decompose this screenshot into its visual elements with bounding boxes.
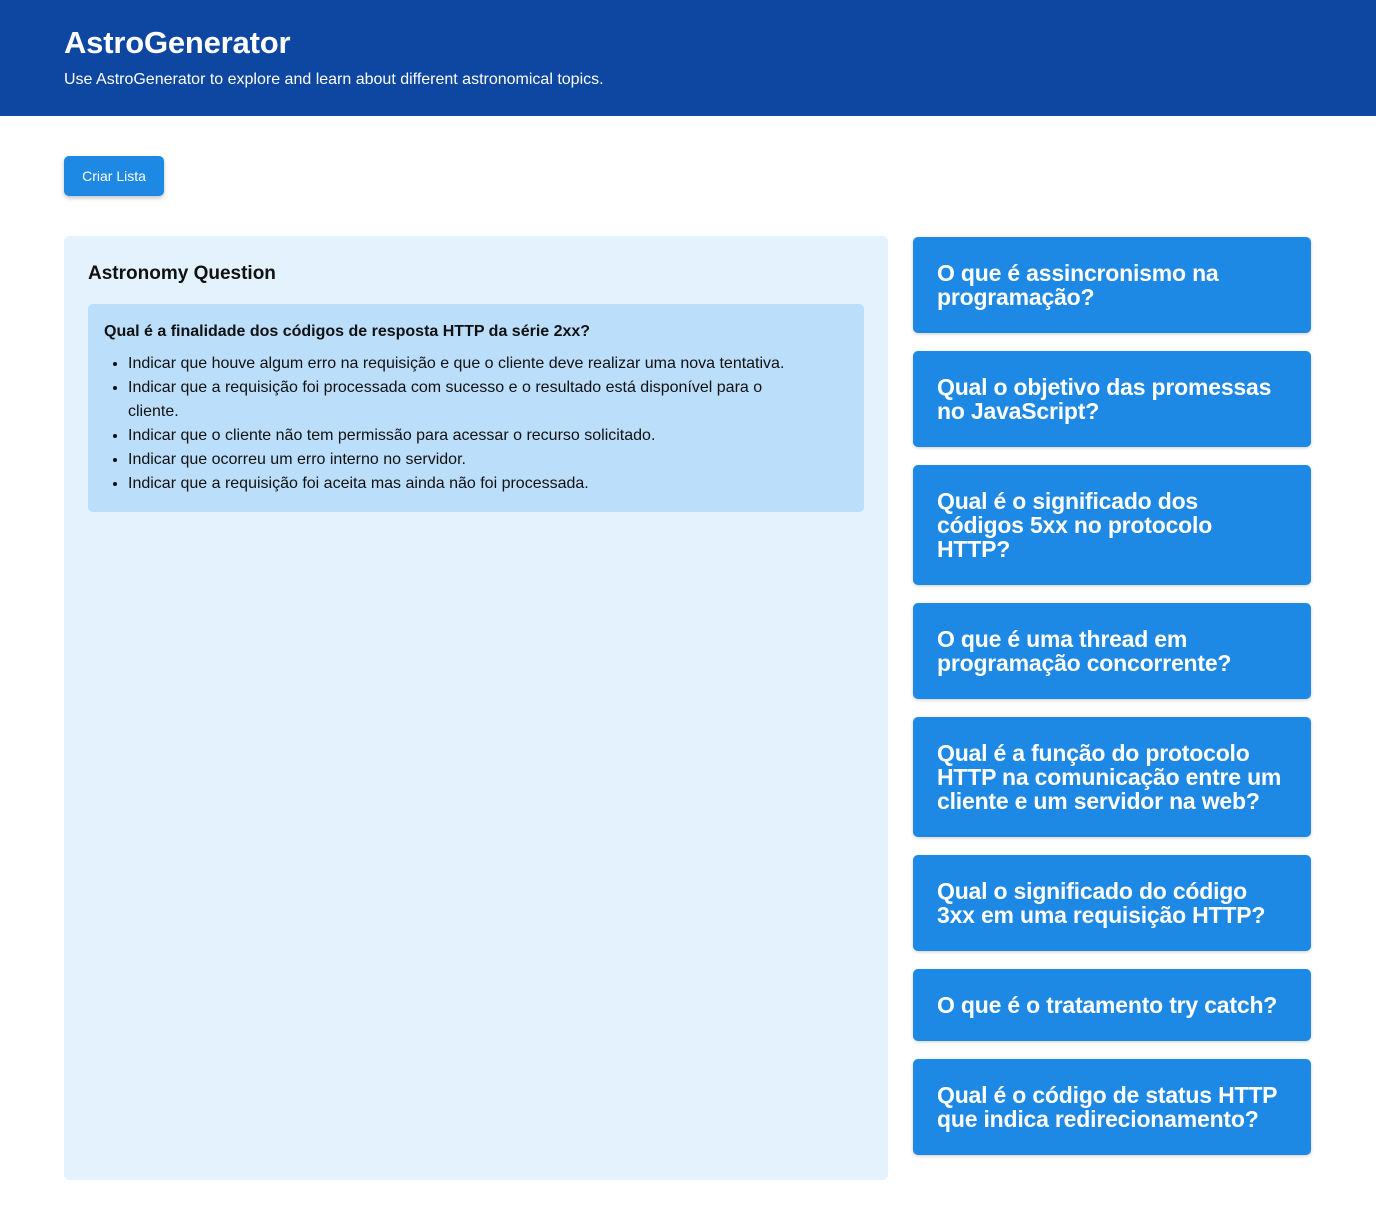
answer-option: Indicar que a requisição foi processada … xyxy=(128,376,848,424)
topic-label: Qual o significado do código 3xx em uma … xyxy=(937,878,1266,928)
answer-option: Indicar que o cliente não tem permissão … xyxy=(128,424,848,448)
topic-card[interactable]: Qual o significado do código 3xx em uma … xyxy=(913,855,1311,951)
app-header: AstroGenerator Use AstroGenerator to exp… xyxy=(0,0,1376,116)
topic-label: O que é o tratamento try catch? xyxy=(937,992,1278,1018)
answer-option: Indicar que a requisição foi aceita mas … xyxy=(128,472,848,496)
app-title: AstroGenerator xyxy=(64,25,291,60)
topic-card[interactable]: O que é assincronismo na programação? xyxy=(913,237,1311,333)
app-subtitle: Use AstroGenerator to explore and learn … xyxy=(64,71,604,88)
topic-card[interactable]: O que é o tratamento try catch? xyxy=(913,969,1311,1041)
topic-sidebar: O que é assincronismo na programação? Qu… xyxy=(913,237,1311,1173)
topic-card[interactable]: Qual é o código de status HTTP que indic… xyxy=(913,1059,1311,1155)
topic-card[interactable]: O que é uma thread em programação concor… xyxy=(913,603,1311,699)
topic-label: O que é uma thread em programação concor… xyxy=(937,626,1232,676)
answer-option: Indicar que houve algum erro na requisiç… xyxy=(128,352,848,376)
question-panel: Astronomy Question Qual é a finalidade d… xyxy=(64,236,888,1180)
topic-label: Qual é a função do protocolo HTTP na com… xyxy=(937,740,1282,814)
topic-label: O que é assincronismo na programação? xyxy=(937,260,1219,310)
panel-heading: Astronomy Question xyxy=(88,263,276,284)
answer-options-list: Indicar que houve algum erro na requisiç… xyxy=(104,352,848,496)
create-list-button[interactable]: Criar Lista xyxy=(64,156,164,196)
topic-label: Qual o objetivo das promessas no JavaScr… xyxy=(937,374,1272,424)
topic-card[interactable]: Qual é a função do protocolo HTTP na com… xyxy=(913,717,1311,837)
topic-card[interactable]: Qual o objetivo das promessas no JavaScr… xyxy=(913,351,1311,447)
answer-option: Indicar que ocorreu um erro interno no s… xyxy=(128,448,848,472)
question-text: Qual é a finalidade dos códigos de respo… xyxy=(104,323,591,340)
topic-label: Qual é o significado dos códigos 5xx no … xyxy=(937,488,1213,562)
question-card: Qual é a finalidade dos códigos de respo… xyxy=(88,304,864,512)
topic-card[interactable]: Qual é o significado dos códigos 5xx no … xyxy=(913,465,1311,585)
topic-label: Qual é o código de status HTTP que indic… xyxy=(937,1082,1277,1132)
